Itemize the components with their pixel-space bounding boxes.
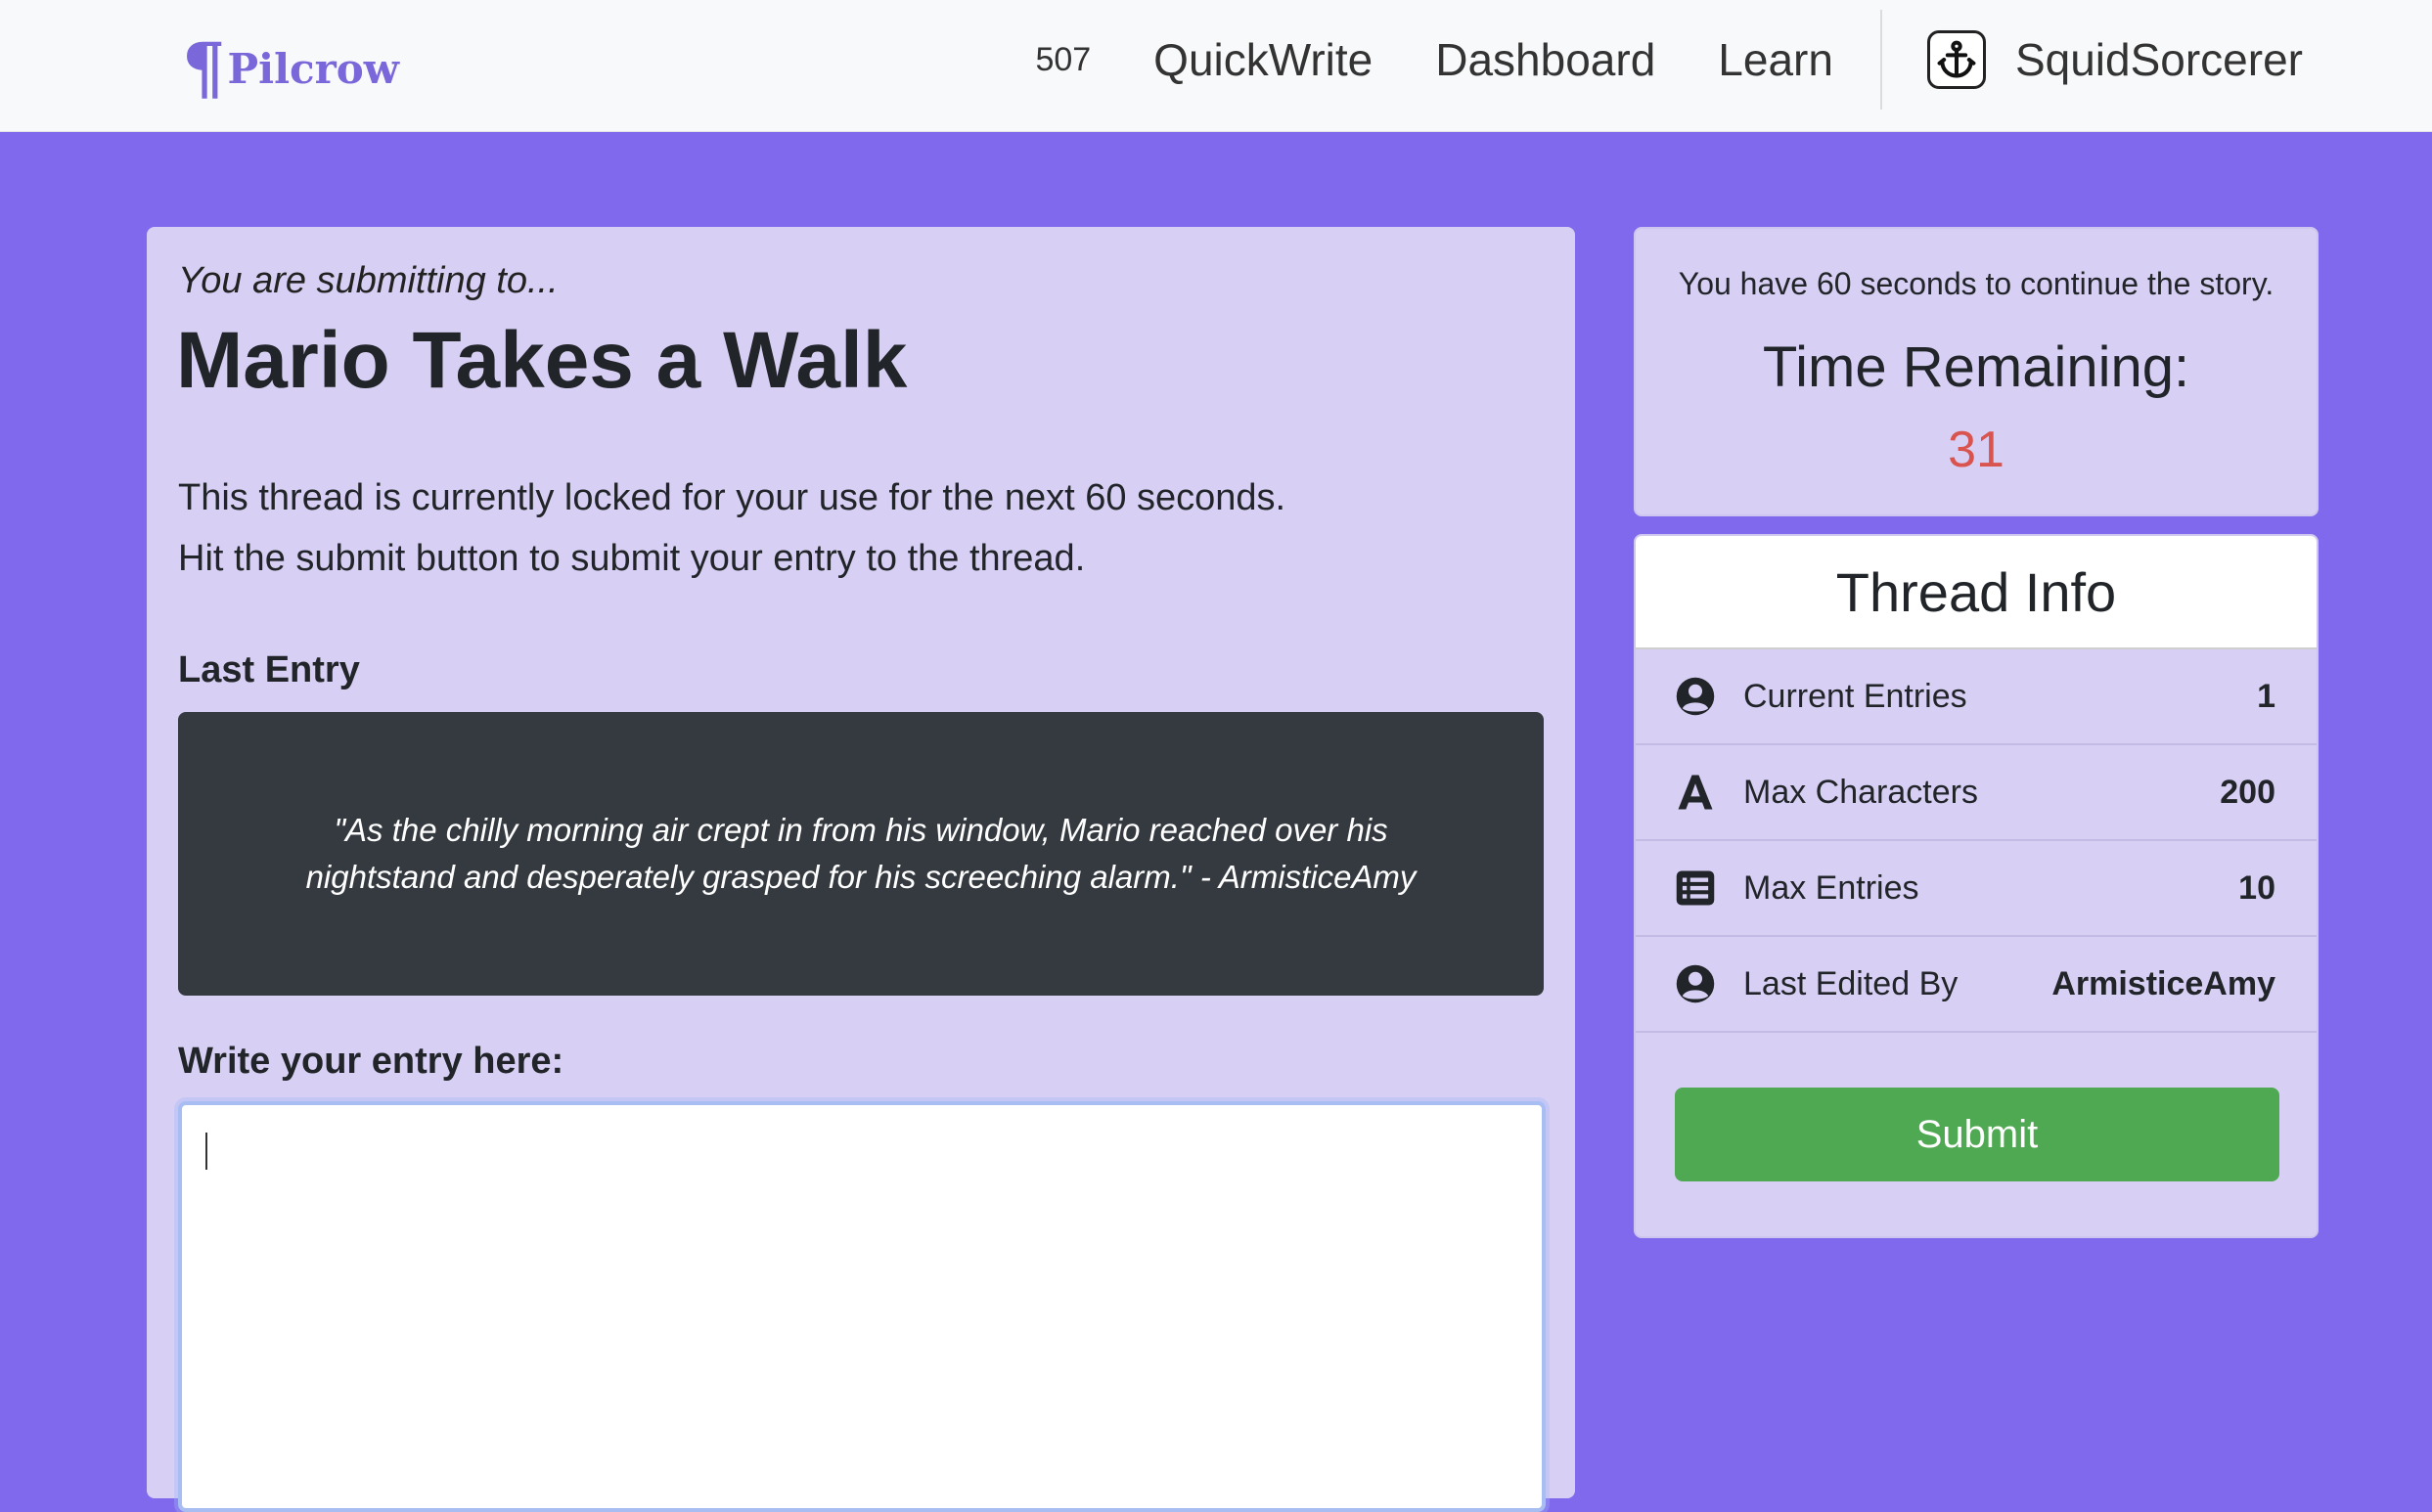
write-entry-label: Write your entry here: [178, 1041, 564, 1082]
thread-info-card: Thread Info Current Entries 1 Max Charac… [1634, 534, 2319, 1238]
user-name[interactable]: SquidSorcerer [2015, 33, 2303, 86]
timer-card: You have 60 seconds to continue the stor… [1634, 227, 2319, 516]
info-row-max-entries: Max Entries 10 [1636, 841, 2317, 937]
timer-note: You have 60 seconds to continue the stor… [1678, 266, 2274, 301]
thread-title: Mario Takes a Walk [176, 316, 908, 405]
time-remaining-heading: Time Remaining: [1762, 335, 2190, 399]
user-circle-icon [1673, 674, 1718, 719]
navbar: ¶ Pilcrow 507 QuickWrite Dashboard Learn… [0, 0, 2432, 132]
nav-link-learn[interactable]: Learn [1718, 33, 1833, 86]
font-letter-icon [1673, 770, 1718, 815]
info-row-current-entries: Current Entries 1 [1636, 649, 2317, 745]
thread-info-title: Thread Info [1835, 560, 2117, 623]
info-row-max-characters: Max Characters 200 [1636, 745, 2317, 841]
nav-link-dashboard[interactable]: Dashboard [1435, 33, 1655, 86]
last-entry-text: "As the chilly morning air crept in from… [305, 812, 1417, 895]
list-icon [1673, 866, 1718, 911]
nav-link-quickwrite[interactable]: QuickWrite [1153, 33, 1373, 86]
submit-info-text: Hit the submit button to submit your ent… [178, 538, 1086, 579]
nav-right: 507 QuickWrite Dashboard Learn SquidSorc… [1035, 0, 2303, 119]
thread-info-header: Thread Info [1636, 536, 2317, 649]
info-label: Max Characters [1743, 773, 1978, 811]
submit-button[interactable]: Submit [1675, 1088, 2279, 1181]
info-value: 10 [2238, 868, 2275, 907]
brand-logo[interactable]: ¶ Pilcrow [182, 29, 399, 108]
brand-name: Pilcrow [227, 44, 399, 93]
nav-count: 507 [1035, 40, 1092, 78]
text-caret [205, 1133, 207, 1170]
info-value: ArmisticeAmy [2051, 964, 2275, 1002]
lock-info-text: This thread is currently locked for your… [178, 477, 1286, 518]
info-value: 1 [2257, 677, 2275, 715]
pilcrow-mark: ¶ [182, 27, 226, 109]
entry-textarea[interactable] [178, 1101, 1546, 1512]
info-label: Current Entries [1743, 677, 1967, 715]
nav-divider [1879, 10, 1882, 110]
info-value: 200 [2220, 773, 2275, 811]
submission-card: You are submitting to... Mario Takes a W… [147, 227, 1575, 1512]
info-label: Last Edited By [1743, 964, 1959, 1002]
anchor-icon[interactable] [1926, 30, 1986, 89]
info-row-last-edited-by: Last Edited By ArmisticeAmy [1636, 937, 2317, 1033]
info-label: Max Entries [1743, 868, 1919, 907]
user-circle-icon [1673, 961, 1718, 1006]
submitting-to-label: You are submitting to... [178, 260, 559, 301]
last-entry-box: "As the chilly morning air crept in from… [178, 712, 1544, 996]
time-remaining-value: 31 [1948, 422, 2004, 478]
last-entry-label: Last Entry [178, 649, 360, 690]
